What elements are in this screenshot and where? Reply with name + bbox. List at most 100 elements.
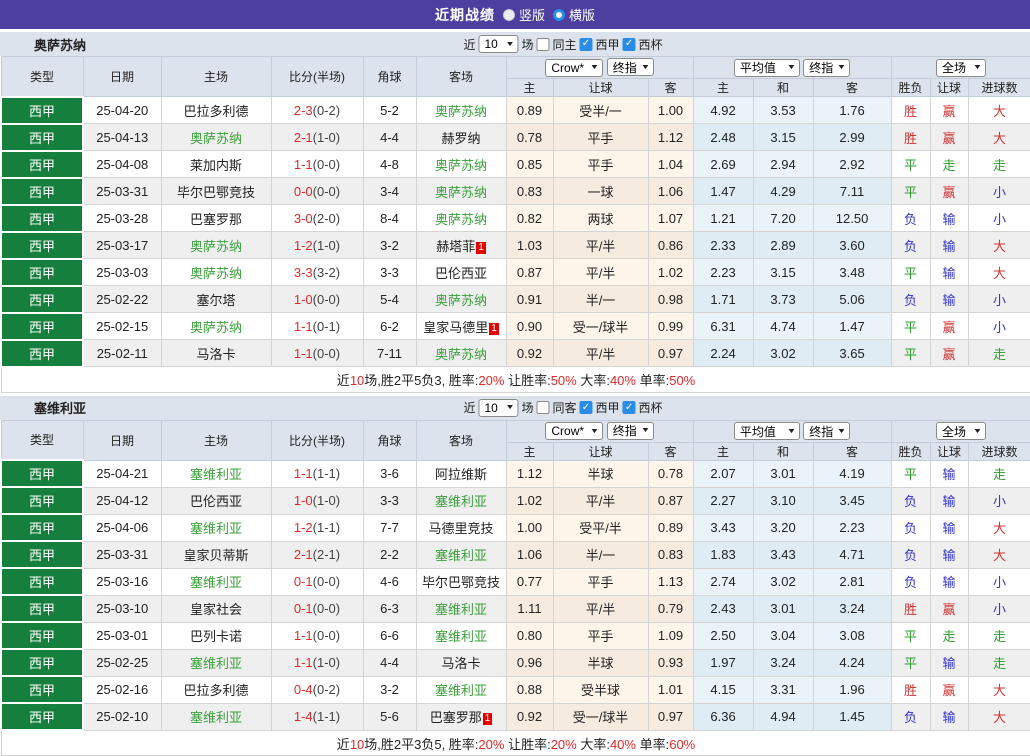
final-odds-select-value: 终指: [809, 59, 833, 76]
result-goals: 小: [968, 205, 1030, 232]
league-checkbox[interactable]: ✓: [580, 38, 593, 51]
avg-draw-odds: 3.31: [753, 676, 813, 703]
final-odds-select[interactable]: 终指▼: [803, 422, 850, 440]
near-label: 近: [463, 36, 475, 53]
avg-away-odds: 3.24: [813, 595, 891, 622]
chevron-down-icon: ▼: [973, 428, 983, 435]
match-date: 25-03-17: [83, 232, 161, 259]
away-team: 塞维利亚: [416, 676, 506, 703]
match-date: 25-02-22: [83, 286, 161, 313]
handicap-line: 平手: [553, 622, 648, 649]
col-home-header: 主场: [161, 57, 271, 97]
result-handicap: 赢: [930, 124, 968, 151]
handicap-line: 受平/半: [553, 514, 648, 541]
page-title: 近期战绩: [435, 5, 495, 25]
chevron-down-icon: ▼: [590, 64, 600, 71]
score-cell: 1-1(1-0): [271, 649, 363, 676]
chevron-down-icon: ▼: [973, 64, 983, 71]
chevron-down-icon: ▼: [590, 428, 600, 435]
average-select[interactable]: 平均值▼: [734, 422, 800, 440]
filter-bar: 近 10 ▼ 场 同客 ✓ 西甲 ✓ 西杯: [463, 399, 662, 417]
cup-label: 西杯: [639, 36, 663, 53]
avg-away-odds: 3.60: [813, 232, 891, 259]
radio-icon[interactable]: [553, 9, 565, 21]
match-row: 西甲25-03-28巴塞罗那3-0(2-0)8-4奥萨苏纳0.82两球1.071…: [1, 205, 1030, 232]
final-odds-select[interactable]: 终指▼: [803, 59, 850, 77]
col-type-header: 类型: [1, 420, 83, 460]
full-match-select-value: 全场: [942, 423, 966, 440]
section-header: 奥萨苏纳 近 10 ▼ 场 同主 ✓ 西甲 ✓ 西杯: [0, 32, 1030, 56]
result-outcome: 平: [891, 340, 930, 367]
result-goals: 大: [968, 514, 1030, 541]
recent-count-select[interactable]: 10 ▼: [478, 399, 518, 417]
handicap-odds-group-header: Crow*▼ 终指▼: [506, 57, 693, 79]
same-venue-checkbox[interactable]: [536, 38, 549, 51]
col-handicap-result-header: 让球: [930, 79, 968, 97]
avg-away-odds: 5.06: [813, 286, 891, 313]
layout-option-vertical[interactable]: 竖版: [503, 5, 545, 24]
home-team: 巴列卡诺: [161, 622, 271, 649]
recent-count-select[interactable]: 10 ▼: [478, 35, 518, 53]
corner-score: 7-11: [363, 340, 416, 367]
result-outcome: 平: [891, 460, 930, 487]
corner-score: 6-6: [363, 622, 416, 649]
handicap-home-odds: 0.88: [506, 676, 553, 703]
result-goals: 小: [968, 595, 1030, 622]
match-date: 25-03-10: [83, 595, 161, 622]
bookmaker-select[interactable]: Crow*▼: [545, 59, 603, 77]
cup-checkbox[interactable]: ✓: [623, 38, 636, 51]
chevron-down-icon: ▼: [640, 64, 650, 71]
handicap-away-odds: 1.13: [648, 568, 693, 595]
layout-option-horizontal[interactable]: 横版: [553, 5, 595, 24]
avg-home-odds: 1.71: [693, 286, 753, 313]
home-team: 马洛卡: [161, 340, 271, 367]
full-match-select[interactable]: 全场▼: [936, 59, 986, 77]
radio-icon[interactable]: [503, 9, 515, 21]
result-goals: 小: [968, 568, 1030, 595]
handicap-away-odds: 0.98: [648, 286, 693, 313]
result-handicap: 走: [930, 622, 968, 649]
handicap-away-odds: 1.00: [648, 97, 693, 124]
full-match-select[interactable]: 全场 ▼: [936, 422, 986, 440]
handicap-line: 平/半: [553, 232, 648, 259]
league-checkbox[interactable]: ✓: [580, 401, 593, 414]
score-cell: 1-1(0-1): [271, 313, 363, 340]
result-handicap: 输: [930, 286, 968, 313]
score-cell: 2-1(2-1): [271, 541, 363, 568]
avg-draw-odds: 4.29: [753, 178, 813, 205]
cup-checkbox[interactable]: ✓: [623, 401, 636, 414]
league-badge: 西甲: [1, 232, 83, 259]
result-goals: 小: [968, 487, 1030, 514]
score-cell: 3-3(3-2): [271, 259, 363, 286]
handicap-line: 平/半: [553, 259, 648, 286]
final-odds-select[interactable]: 终指▼: [607, 58, 654, 76]
average-select[interactable]: 平均值▼: [734, 59, 800, 77]
avg-home-odds: 6.31: [693, 313, 753, 340]
away-team: 赫罗纳: [416, 124, 506, 151]
col-score-header: 比分(半场): [271, 420, 363, 460]
avg-draw-odds: 3.01: [753, 460, 813, 487]
away-team: 皇家马德里1: [416, 313, 506, 340]
final-odds-select[interactable]: 终指▼: [607, 422, 654, 440]
match-date: 25-04-12: [83, 487, 161, 514]
summary-text: 近10场,胜2平3负5, 胜率:20% 让胜率:20% 大率:40% 单率:60…: [1, 730, 1030, 756]
result-goals: 大: [968, 97, 1030, 124]
result-outcome: 平: [891, 178, 930, 205]
result-goals: 小: [968, 313, 1030, 340]
result-goals: 大: [968, 703, 1030, 730]
result-goals: 走: [968, 460, 1030, 487]
result-goals: 大: [968, 232, 1030, 259]
bookmaker-select[interactable]: Crow*▼: [545, 422, 603, 440]
match-row: 西甲25-02-10塞维利亚1-4(1-1)5-6巴塞罗那10.92受一/球半0…: [1, 703, 1030, 730]
result-handicap: 赢: [930, 97, 968, 124]
score-cell: 1-1(0-0): [271, 622, 363, 649]
corner-score: 4-4: [363, 649, 416, 676]
avg-home-odds: 2.27: [693, 487, 753, 514]
handicap-line: 平手: [553, 568, 648, 595]
match-date: 25-04-21: [83, 460, 161, 487]
home-team: 巴拉多利德: [161, 676, 271, 703]
col-goals-result-header: 进球数: [968, 442, 1030, 460]
same-venue-checkbox[interactable]: [536, 401, 549, 414]
league-badge: 西甲: [1, 487, 83, 514]
result-handicap: 输: [930, 514, 968, 541]
